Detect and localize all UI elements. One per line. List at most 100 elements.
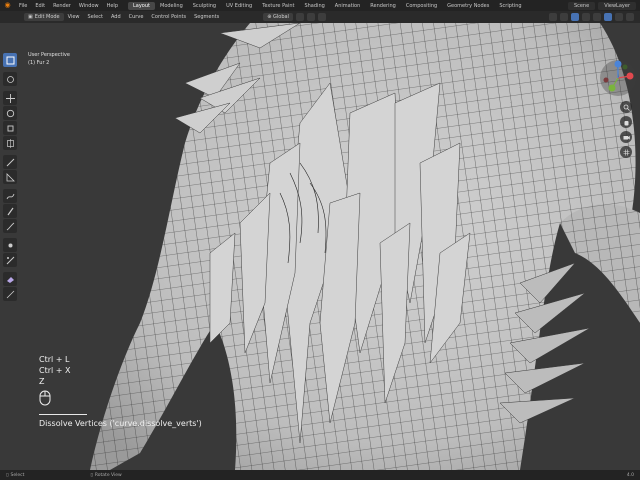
gizmo-icon[interactable] bbox=[560, 13, 568, 21]
camera-icon bbox=[623, 135, 630, 139]
move-icon bbox=[5, 93, 15, 103]
key-entry: Ctrl + L bbox=[39, 355, 70, 364]
3d-viewport[interactable]: User Perspective (1) Fur 2 Ctrl + L Ctrl… bbox=[0, 23, 640, 470]
grid-icon bbox=[623, 149, 629, 155]
xray-icon[interactable] bbox=[582, 13, 590, 21]
menu-select[interactable]: Select bbox=[84, 14, 107, 20]
zoom-icon bbox=[623, 104, 630, 111]
tab-sculpting[interactable]: Sculpting bbox=[188, 2, 221, 10]
visibility-icon[interactable] bbox=[549, 13, 557, 21]
last-operator: Dissolve Vertices ('curve.dissolve_verts… bbox=[39, 419, 202, 428]
ortho-toggle-button[interactable] bbox=[620, 146, 632, 158]
draw-tool[interactable] bbox=[3, 189, 17, 203]
menu-file[interactable]: File bbox=[15, 3, 31, 9]
scale-icon bbox=[7, 125, 13, 131]
tab-shading[interactable]: Shading bbox=[299, 2, 329, 10]
transform-orientation-label: Global bbox=[273, 14, 289, 20]
menu-help[interactable]: Help bbox=[103, 3, 122, 9]
menu-curve[interactable]: Curve bbox=[125, 14, 148, 20]
pivot-icon[interactable] bbox=[295, 13, 304, 21]
rotate-icon bbox=[6, 109, 14, 117]
view-layer-selector[interactable]: ViewLayer bbox=[598, 1, 636, 10]
cursor-tool[interactable] bbox=[3, 72, 17, 86]
z-axis-icon[interactable] bbox=[614, 60, 622, 68]
view-info: User Perspective (1) Fur 2 bbox=[28, 51, 70, 67]
rendered-shading-icon[interactable] bbox=[626, 13, 634, 21]
tilt-icon bbox=[6, 222, 14, 230]
measure-icon bbox=[6, 172, 15, 181]
randomize-tool[interactable] bbox=[3, 253, 17, 267]
rotate-tool[interactable] bbox=[3, 106, 17, 120]
tab-layout[interactable]: Layout bbox=[128, 1, 155, 10]
tab-scripting[interactable]: Scripting bbox=[494, 2, 526, 10]
key-entry: Z bbox=[39, 377, 45, 386]
status-select-label: Select bbox=[10, 472, 25, 478]
menu-control-points[interactable]: Control Points bbox=[147, 14, 190, 20]
y-axis-icon[interactable] bbox=[608, 84, 616, 92]
menu-add[interactable]: Add bbox=[107, 14, 125, 20]
zoom-button[interactable] bbox=[620, 101, 632, 113]
x-axis-icon[interactable] bbox=[626, 72, 634, 80]
material-shading-icon[interactable] bbox=[615, 13, 623, 21]
blender-logo-icon[interactable]: ◉ bbox=[3, 1, 12, 10]
menu-edit[interactable]: Edit bbox=[31, 3, 49, 9]
select-box-icon bbox=[6, 56, 14, 64]
neg-x-axis-icon[interactable] bbox=[603, 77, 609, 83]
pen-icon bbox=[7, 207, 13, 215]
operator-divider bbox=[39, 414, 87, 415]
tool-shelf bbox=[3, 53, 17, 301]
menu-window[interactable]: Window bbox=[75, 3, 103, 9]
screencast-keys: Ctrl + L Ctrl + X Z bbox=[39, 354, 71, 387]
view-name: User Perspective bbox=[28, 52, 70, 58]
extrude-tool[interactable] bbox=[3, 272, 17, 286]
menu-view[interactable]: View bbox=[64, 14, 84, 20]
key-entry: Ctrl + X bbox=[39, 366, 71, 375]
pan-button[interactable] bbox=[620, 116, 632, 128]
cursor-icon bbox=[6, 75, 14, 83]
tab-texture-paint[interactable]: Texture Paint bbox=[257, 2, 299, 10]
status-rotate: ▯ Rotate View bbox=[84, 473, 121, 478]
transform-tools: ⊕ Global bbox=[263, 13, 326, 21]
annotate-icon bbox=[6, 158, 14, 166]
transform-tool[interactable] bbox=[3, 136, 17, 150]
menu-segments[interactable]: Segments bbox=[190, 14, 223, 20]
tab-rendering[interactable]: Rendering bbox=[365, 2, 401, 10]
tab-compositing[interactable]: Compositing bbox=[401, 2, 442, 10]
top-menu-bar: ◉ File Edit Render Window Help Layout Mo… bbox=[0, 0, 640, 11]
scale-tool[interactable] bbox=[3, 121, 17, 135]
measure-tool[interactable] bbox=[3, 170, 17, 184]
status-bar: ▯ Select ▯ Rotate View 4.0 bbox=[0, 470, 640, 480]
navigation-gizmo[interactable] bbox=[598, 58, 638, 98]
annotate-tool[interactable] bbox=[3, 155, 17, 169]
overlay-icon[interactable] bbox=[571, 13, 579, 21]
transform-icon bbox=[6, 138, 14, 148]
proportional-edit-icon[interactable] bbox=[317, 13, 326, 21]
pen-tool[interactable] bbox=[3, 204, 17, 218]
camera-button[interactable] bbox=[620, 131, 632, 143]
tilt-tool[interactable] bbox=[3, 219, 17, 233]
select-box-tool[interactable] bbox=[3, 53, 17, 67]
mode-selector[interactable]: ▣ Edit Mode bbox=[24, 13, 64, 21]
global-icon: ⊕ bbox=[267, 14, 272, 20]
tab-animation[interactable]: Animation bbox=[330, 2, 366, 10]
mouse-left-icon: ▯ bbox=[6, 472, 9, 478]
snap-icon[interactable] bbox=[306, 13, 315, 21]
tab-uv-editing[interactable]: UV Editing bbox=[221, 2, 257, 10]
status-select: ▯ Select bbox=[0, 473, 24, 478]
viewport-scene[interactable] bbox=[0, 23, 640, 470]
wireframe-shading-icon[interactable] bbox=[593, 13, 601, 21]
solid-shading-icon[interactable] bbox=[604, 13, 612, 21]
scene-selector[interactable]: Scene bbox=[567, 1, 596, 10]
shrink-fatten-tool[interactable] bbox=[3, 287, 17, 301]
version-label: 4.0 bbox=[626, 472, 634, 478]
menu-render[interactable]: Render bbox=[49, 3, 75, 9]
neg-y-axis-icon[interactable] bbox=[622, 64, 628, 70]
scene-selectors: Scene ViewLayer bbox=[567, 1, 640, 10]
tab-geometry-nodes[interactable]: Geometry Nodes bbox=[442, 2, 494, 10]
radius-tool[interactable] bbox=[3, 238, 17, 252]
move-tool[interactable] bbox=[3, 91, 17, 105]
transform-orientation[interactable]: ⊕ Global bbox=[263, 13, 293, 21]
draw-icon bbox=[6, 193, 14, 199]
mouse-middle-icon: ▯ bbox=[90, 472, 93, 478]
tab-modeling[interactable]: Modeling bbox=[155, 2, 188, 10]
